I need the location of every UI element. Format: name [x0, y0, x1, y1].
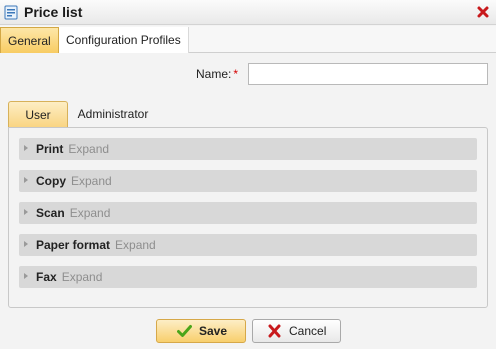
expand-link[interactable]: Expand	[62, 270, 103, 284]
tab-user[interactable]: User	[8, 101, 68, 128]
section-title: Fax	[36, 270, 57, 284]
section-label: Fax Expand	[36, 266, 102, 288]
section-title: Scan	[36, 206, 65, 220]
expand-arrow-icon	[24, 241, 28, 247]
section-title: Paper format	[36, 238, 111, 252]
save-button[interactable]: Save	[156, 319, 246, 343]
name-label-text: Name:	[196, 67, 232, 81]
section-label: Print Expand	[36, 138, 109, 160]
checkmark-icon	[177, 325, 192, 337]
red-x-icon	[268, 324, 281, 338]
window-title: Price list	[24, 4, 83, 20]
cancel-button[interactable]: Cancel	[252, 319, 341, 343]
tab-administrator[interactable]: Administrator	[70, 101, 156, 128]
required-mark: *	[233, 67, 239, 81]
section-print[interactable]: Print Expand	[19, 138, 477, 160]
top-tab-bar: General Configuration Profiles	[0, 26, 496, 53]
tab-general[interactable]: General	[0, 27, 59, 53]
title-bar: Price list	[0, 0, 496, 25]
expand-link[interactable]: Expand	[71, 174, 112, 188]
section-copy[interactable]: Copy Expand	[19, 170, 477, 192]
section-title: Print	[36, 142, 64, 156]
expand-arrow-icon	[24, 177, 28, 183]
name-input[interactable]	[248, 63, 488, 85]
section-paper-format[interactable]: Paper format Expand	[19, 234, 477, 256]
section-fax[interactable]: Fax Expand	[19, 266, 477, 288]
section-scan[interactable]: Scan Expand	[19, 202, 477, 224]
close-icon[interactable]	[476, 5, 490, 19]
expand-arrow-icon	[24, 273, 28, 279]
expand-link[interactable]: Expand	[115, 238, 156, 252]
expand-arrow-icon	[24, 145, 28, 151]
section-label: Paper format Expand	[36, 234, 156, 256]
expand-link[interactable]: Expand	[70, 206, 111, 220]
tab-configuration-profiles[interactable]: Configuration Profiles	[59, 27, 189, 53]
name-label: Name: *	[196, 67, 238, 81]
section-title: Copy	[36, 174, 66, 188]
price-list-icon	[4, 5, 18, 20]
cancel-label: Cancel	[289, 324, 327, 338]
section-label: Copy Expand	[36, 170, 112, 192]
expand-arrow-icon	[24, 209, 28, 215]
save-label: Save	[199, 324, 228, 338]
section-label: Scan Expand	[36, 202, 110, 224]
user-settings-panel: Print Expand Copy Expand Scan Expand Paper …	[8, 127, 488, 308]
expand-link[interactable]: Expand	[68, 142, 109, 156]
